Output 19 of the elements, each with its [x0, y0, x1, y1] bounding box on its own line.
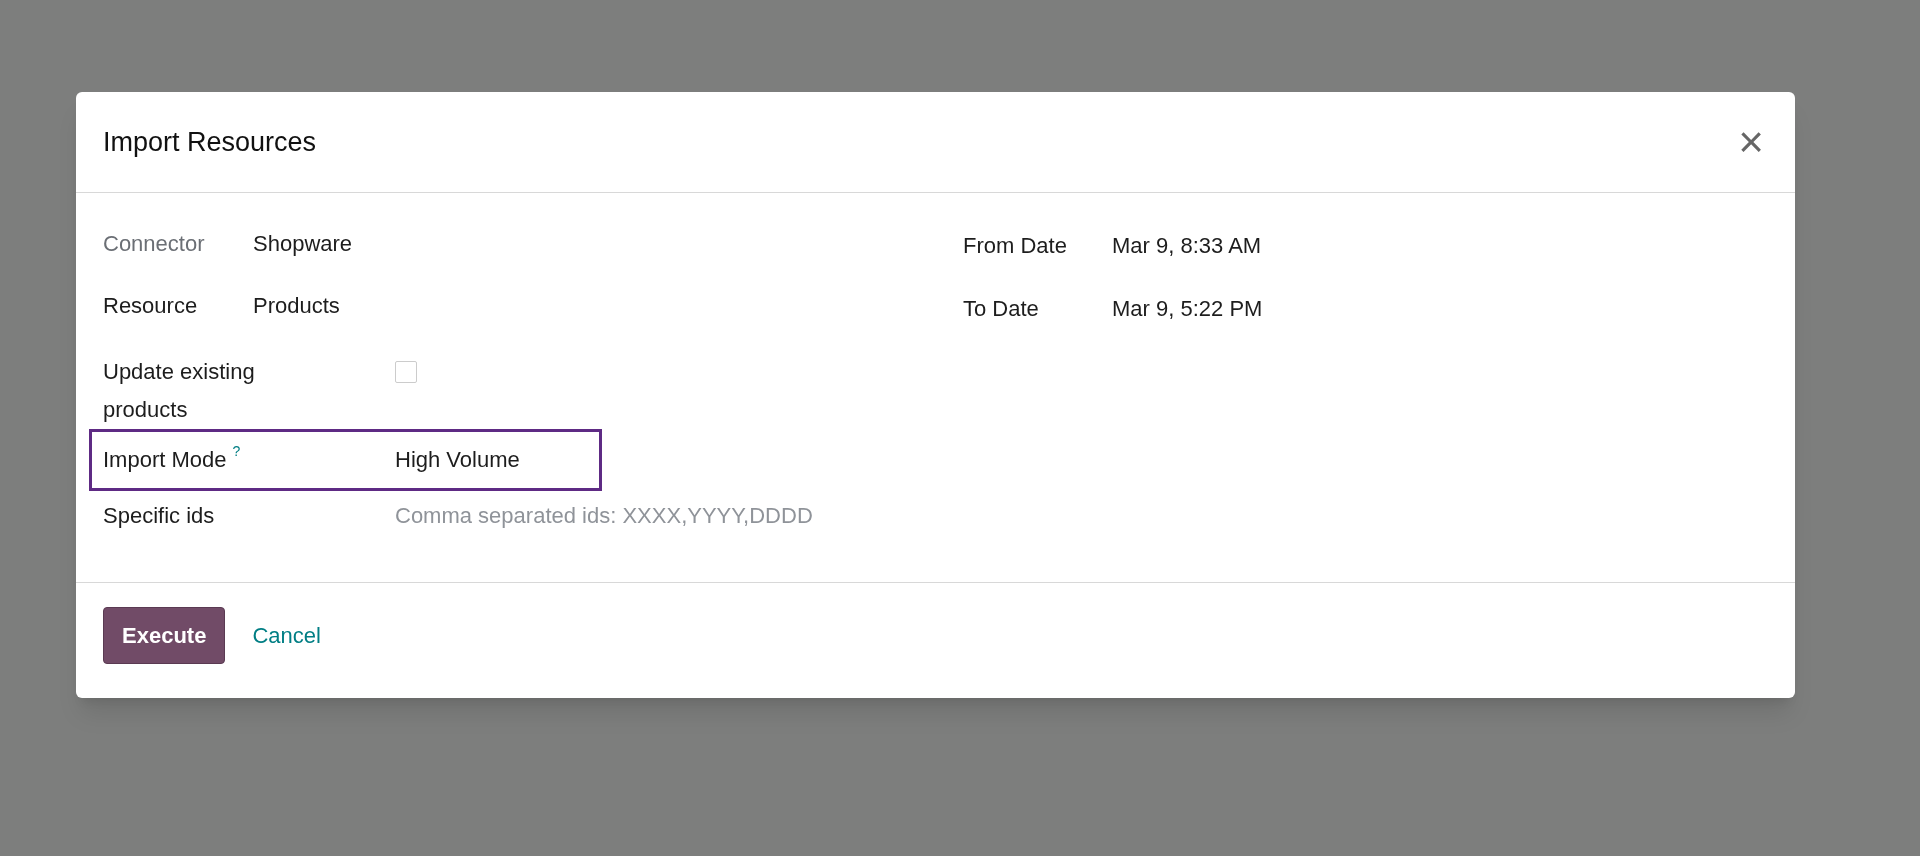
field-label: From Date	[963, 232, 1068, 260]
help-icon[interactable]: ?	[232, 441, 241, 461]
field-label: To Date	[963, 295, 1040, 323]
field-label: Specific ids	[103, 502, 215, 530]
field-label: Resource	[103, 292, 198, 320]
dialog-title: Import Resources	[103, 125, 317, 159]
field-value: High Volume	[395, 446, 520, 474]
field-value: Mar 9, 5:22 PM	[1112, 295, 1263, 323]
checkbox[interactable]	[395, 361, 417, 383]
execute-button[interactable]: Execute	[103, 607, 226, 664]
input-field[interactable]: Comma separated ids: XXXX,YYYY,DDDD	[395, 497, 915, 535]
field-label: Connector	[103, 230, 205, 258]
field-label: Import Mode	[103, 446, 227, 474]
cancel-button[interactable]: Cancel	[252, 619, 321, 652]
close-button[interactable]: ×	[1734, 125, 1768, 159]
field-value: Mar 9, 8:33 AM	[1112, 232, 1262, 260]
field-label: Update existing products	[103, 358, 256, 424]
field-value: Shopware	[253, 230, 353, 258]
field-value: Products	[253, 292, 340, 320]
